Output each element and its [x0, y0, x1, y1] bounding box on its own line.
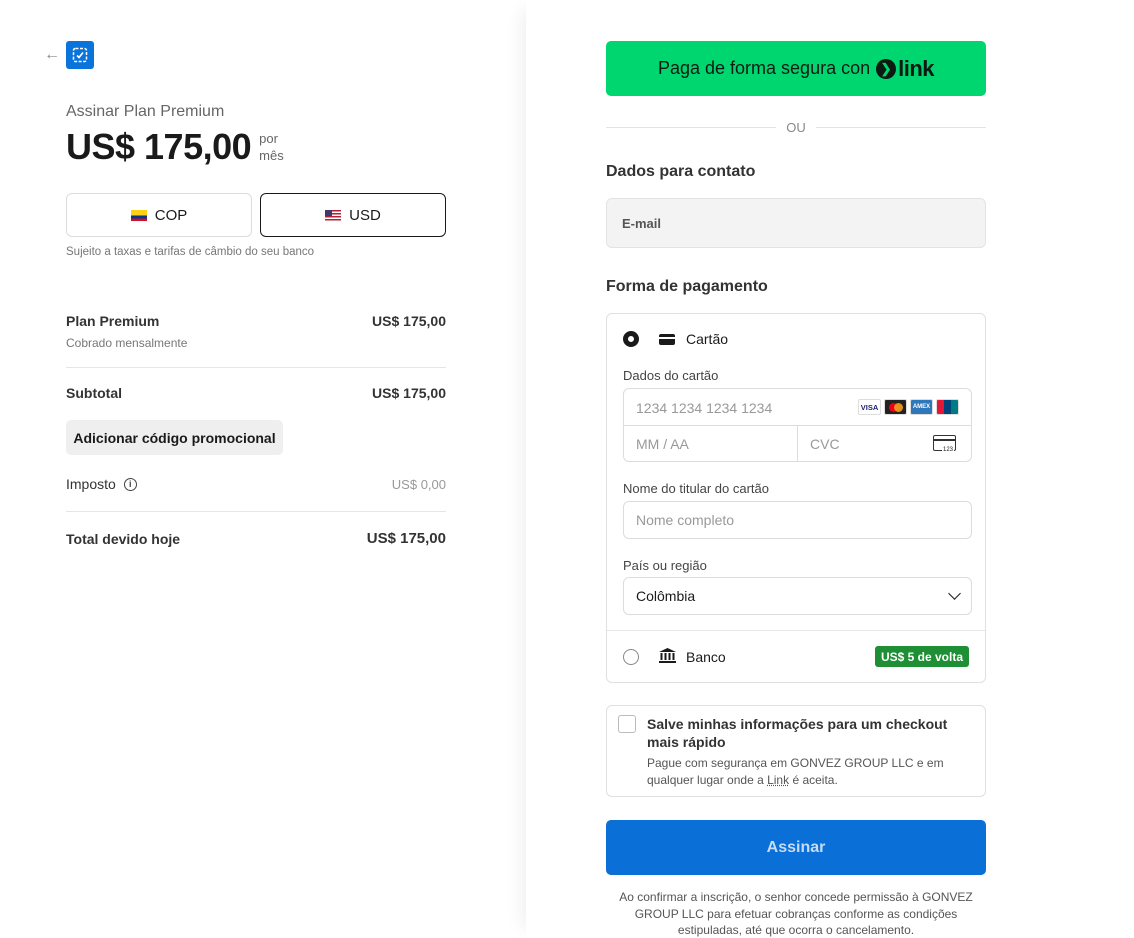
visa-icon: VISA	[858, 399, 881, 415]
currency-usd-button[interactable]: USD	[260, 193, 446, 237]
card-details-label: Dados do cartão	[623, 368, 719, 383]
save-info-subtext: Pague com segurança em GONVEZ GROUP LLC …	[647, 756, 944, 787]
line-item-sub: Cobrado mensalmente	[66, 336, 188, 350]
total-amount: US$ 175,00	[366, 530, 446, 547]
chevron-right-icon: ❯	[876, 58, 897, 79]
us-flag-icon	[325, 209, 342, 221]
line-item-amount: US$ 175,00	[372, 313, 446, 329]
country-label: País ou região	[623, 558, 707, 573]
card-radio[interactable]	[623, 331, 639, 347]
colombia-flag-icon	[130, 209, 147, 221]
add-promo-code-button[interactable]: Adicionar código promocional	[66, 420, 283, 455]
unionpay-icon	[936, 399, 959, 415]
cardholder-label: Nome do titular do cartão	[623, 481, 769, 496]
save-info-box: Salve minhas informações para um checkou…	[606, 705, 986, 797]
or-divider: OU	[606, 120, 986, 135]
payment-title: Forma de pagamento	[606, 278, 768, 295]
line-item-name: Plan Premium	[66, 313, 160, 329]
amex-icon: AMEX	[910, 399, 933, 415]
subscribe-title: Assinar Plan Premium	[66, 103, 225, 120]
cvc-card-icon: 123	[933, 435, 956, 453]
tax-amount: US$ 0,00	[391, 477, 446, 492]
country-select[interactable]: Colômbia	[623, 577, 972, 615]
cardholder-name-input[interactable]: Nome completo	[623, 501, 972, 539]
subtotal-amount: US$ 175,00	[372, 385, 446, 401]
link-info-link[interactable]: Link	[767, 773, 789, 787]
tax-label: Imposto	[66, 476, 116, 492]
subtotal-label: Subtotal	[66, 385, 122, 401]
divider	[66, 367, 446, 368]
expiry-input[interactable]: MM / AA	[636, 436, 689, 452]
card-number-input[interactable]: 1234 1234 1234 1234	[636, 400, 772, 416]
bank-icon	[659, 648, 676, 663]
email-field[interactable]: E-mail	[606, 198, 986, 248]
card-method-label: Cartão	[686, 331, 729, 347]
billing-period: por mês	[259, 131, 284, 163]
card-details-group: 1234 1234 1234 1234 VISA AMEX MM / AA CV…	[623, 388, 972, 462]
tax-row: Imposto i	[66, 476, 137, 492]
order-summary-pane: ← Assinar Plan Premium US$ 175,00 por mê…	[0, 0, 526, 938]
arrow-left-icon[interactable]: ←	[44, 47, 60, 63]
subscribe-button[interactable]: Assinar	[606, 820, 986, 875]
bank-radio[interactable]	[623, 649, 639, 665]
credit-card-icon	[659, 334, 675, 345]
cashback-badge: US$ 5 de volta	[874, 646, 969, 667]
divider	[66, 511, 446, 512]
payment-methods: Cartão Dados do cartão 1234 1234 1234 12…	[606, 313, 986, 683]
bank-method-label: Banco	[686, 649, 726, 665]
card-brands: VISA AMEX	[858, 399, 959, 415]
pay-with-link-button[interactable]: Paga de forma segura con ❯ link	[606, 41, 986, 96]
price: US$ 175,00	[66, 126, 252, 167]
contact-title: Dados para contato	[606, 163, 756, 180]
terms-text: Ao confirmar a inscrição, o senhor conce…	[619, 890, 973, 937]
info-icon[interactable]: i	[123, 477, 137, 491]
price-row: US$ 175,00 por mês	[66, 126, 284, 168]
chevron-down-icon	[948, 587, 961, 600]
link-logo: ❯ link	[876, 56, 935, 82]
save-info-title: Salve minhas informações para um checkou…	[647, 716, 948, 750]
total-label: Total devido hoje	[66, 531, 181, 547]
checkout-pane: Paga de forma segura con ❯ link OU Dados…	[526, 0, 1134, 938]
fx-note: Sujeito a taxas e tarifas de câmbio do s…	[66, 246, 315, 258]
cvc-input[interactable]: CVC	[810, 436, 840, 452]
save-info-checkbox[interactable]	[618, 715, 636, 733]
currency-cop-button[interactable]: COP	[66, 193, 252, 237]
logo-icon	[72, 47, 88, 63]
merchant-logo	[66, 41, 94, 69]
mastercard-icon	[884, 399, 907, 415]
